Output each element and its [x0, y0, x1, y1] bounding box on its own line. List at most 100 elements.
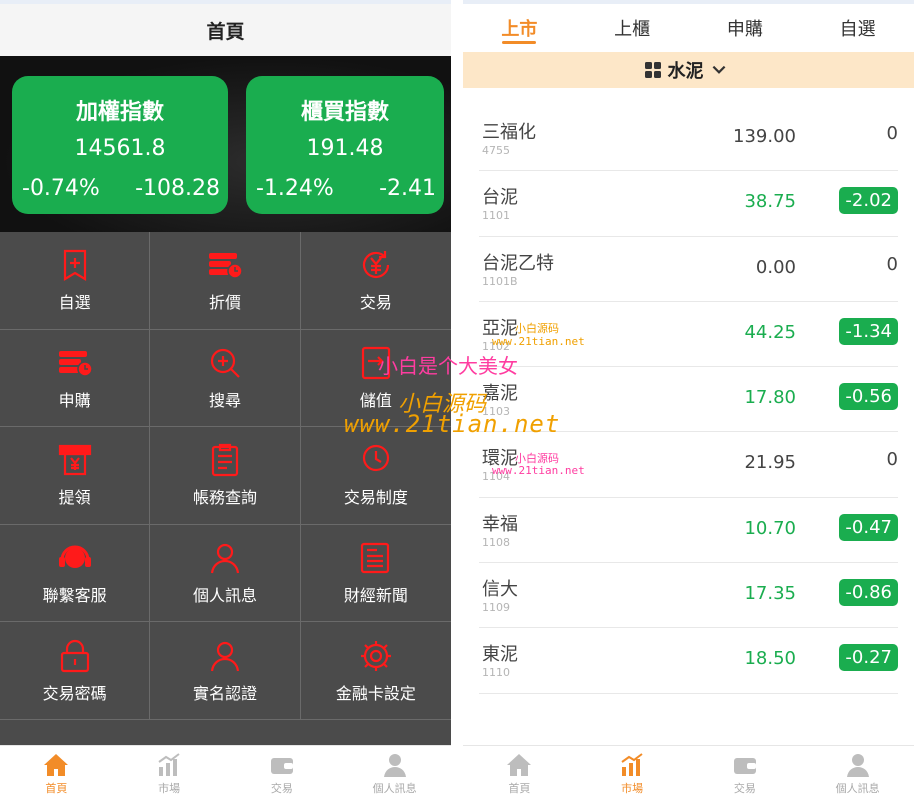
stock-code: 1102	[482, 339, 510, 353]
stock-change: 0	[886, 123, 898, 144]
stock-code: 1103	[482, 405, 510, 419]
tab-home[interactable]: 首頁	[463, 746, 576, 801]
coins-clock-icon	[208, 253, 243, 280]
stock-row[interactable]: 亞泥 1102 44.25 -1.34	[479, 302, 898, 368]
stock-row[interactable]: 信大 1109 17.35 -0.86	[479, 563, 898, 629]
stock-row[interactable]: 幸福 1108 10.70 -0.47	[479, 498, 898, 564]
menu-deposit[interactable]: 儲值	[300, 330, 451, 428]
menu-label: 聯繫客服	[42, 586, 107, 606]
menu-discount[interactable]: 折價	[150, 232, 301, 330]
stock-name: 信大	[482, 579, 518, 601]
headset-icon	[58, 545, 91, 569]
menu-verification[interactable]: 實名認證	[150, 622, 301, 720]
stock-row[interactable]: 東泥 1110 18.50 -0.27	[479, 628, 898, 694]
menu-customer-service[interactable]: 聯繫客服	[0, 524, 151, 623]
wallet-icon	[733, 757, 756, 774]
menu-trade-rules[interactable]: 交易制度	[300, 427, 451, 525]
stock-name: 東泥	[482, 644, 518, 666]
home-icon	[507, 753, 532, 776]
chart-icon	[158, 752, 180, 776]
menu-trade[interactable]: 交易	[300, 232, 451, 330]
stock-row[interactable]: 三福化 4755 139.00 0	[479, 106, 898, 172]
menu-bank-card-settings[interactable]: 金融卡設定	[300, 622, 451, 720]
tab-listed[interactable]: 上市	[463, 4, 576, 52]
coins-clock-icon	[58, 350, 93, 377]
bottom-tabbar: 首頁 市場 交易 個人訊息	[463, 745, 914, 801]
tab-label: 個人訊息	[835, 781, 880, 795]
tab-profile[interactable]: 個人訊息	[338, 746, 451, 801]
index-card-otc[interactable]: 櫃買指數 191.48 -1.24% -2.41	[246, 76, 444, 214]
menu-label: 財經新聞	[343, 586, 408, 606]
gear-icon	[360, 640, 391, 671]
menu-subscribe[interactable]: 申購	[0, 329, 151, 428]
menu-label: 帳務查詢	[192, 488, 257, 508]
menu-finance-news[interactable]: 財經新聞	[300, 525, 451, 623]
index-value: 191.48	[306, 136, 384, 161]
clipboard-icon	[211, 444, 239, 477]
index-name: 櫃買指數	[300, 100, 389, 125]
stock-list: 三福化 4755 139.00 0 台泥 1101 38.75 -2.02 台泥乙特 1101B 0…	[479, 106, 898, 694]
menu-watchlist[interactable]: 自選	[0, 232, 151, 330]
tab-label: 市場	[621, 781, 644, 795]
index-banner: 加權指數 14561.8 -0.74% -108.28 櫃買指數 191.48 …	[0, 56, 451, 232]
menu-label: 儲值	[359, 390, 392, 410]
menu-label: 提領	[58, 488, 91, 508]
news-icon	[360, 542, 389, 574]
category-selector[interactable]: 水泥	[463, 52, 914, 88]
stock-code: 1104	[482, 470, 510, 484]
stock-row[interactable]: 台泥乙特 1101B 0.00 0	[479, 237, 898, 302]
menu-withdraw[interactable]: 提領	[0, 427, 151, 525]
stock-code: 4755	[482, 144, 510, 157]
stock-name: 亞泥	[482, 317, 518, 339]
menu-label: 申購	[58, 390, 91, 410]
index-change: -108.28	[135, 176, 220, 201]
stock-change: -0.27	[839, 644, 898, 672]
menu-grid: 自選 折價 交易 申購 搜尋 儲值 提領 帳務查詢 交易制度 聯繫客服 個人訊息…	[0, 232, 451, 720]
stock-code: 1110	[482, 666, 510, 680]
bottom-tabbar: 首頁 市場 交易 個人訊息	[0, 745, 451, 801]
tab-otc[interactable]: 上櫃	[576, 4, 689, 52]
menu-label: 交易密碼	[42, 683, 107, 703]
stock-row[interactable]: 環泥 1104 21.95 0	[479, 432, 898, 498]
stock-row[interactable]: 台泥 1101 38.75 -2.02	[479, 171, 898, 237]
tab-subscribe[interactable]: 申購	[689, 4, 802, 52]
stock-row[interactable]: 嘉泥 1103 17.80 -0.56	[479, 367, 898, 433]
tab-trade[interactable]: 交易	[226, 746, 339, 801]
menu-label: 個人訊息	[192, 586, 257, 606]
menu-label: 折價	[208, 293, 241, 313]
grid-footer-strip	[0, 720, 451, 746]
tab-watchlist[interactable]: 自選	[801, 4, 914, 52]
tab-profile[interactable]: 個人訊息	[801, 746, 914, 801]
stock-change: -2.02	[839, 187, 898, 215]
user-icon	[383, 753, 406, 777]
home-icon	[44, 753, 69, 776]
menu-label: 交易	[359, 293, 392, 313]
menu-account-query[interactable]: 帳務查詢	[150, 427, 301, 525]
stock-change: -1.34	[839, 317, 898, 345]
tab-market[interactable]: 市場	[113, 746, 226, 801]
tab-label: 交易	[733, 781, 756, 795]
rules-icon	[362, 445, 389, 472]
menu-trade-password[interactable]: 交易密碼	[0, 622, 151, 720]
person-icon	[210, 543, 240, 574]
tab-home[interactable]: 首頁	[0, 746, 113, 801]
market-tabs: 上市 上櫃 申購 自選	[463, 4, 914, 52]
stock-code: 1108	[482, 535, 510, 549]
stock-price: 44.25	[744, 321, 796, 343]
wallet-icon	[270, 757, 293, 774]
stock-price: 21.95	[744, 452, 796, 474]
tab-market[interactable]: 市場	[576, 746, 689, 801]
stock-price: 0.00	[755, 256, 796, 278]
menu-label: 金融卡設定	[335, 683, 416, 703]
index-card-taiex[interactable]: 加權指數 14561.8 -0.74% -108.28	[12, 76, 228, 214]
tab-trade[interactable]: 交易	[689, 746, 802, 801]
stock-name: 台泥乙特	[482, 252, 554, 274]
menu-search[interactable]: 搜尋	[150, 329, 301, 428]
menu-label: 實名認證	[192, 683, 257, 703]
index-value: 14561.8	[74, 136, 166, 161]
menu-label: 搜尋	[208, 390, 241, 410]
search-plus-icon	[210, 348, 240, 378]
index-name: 加權指數	[75, 100, 164, 125]
menu-personal-info[interactable]: 個人訊息	[150, 524, 301, 623]
tab-label: 市場	[158, 781, 181, 795]
